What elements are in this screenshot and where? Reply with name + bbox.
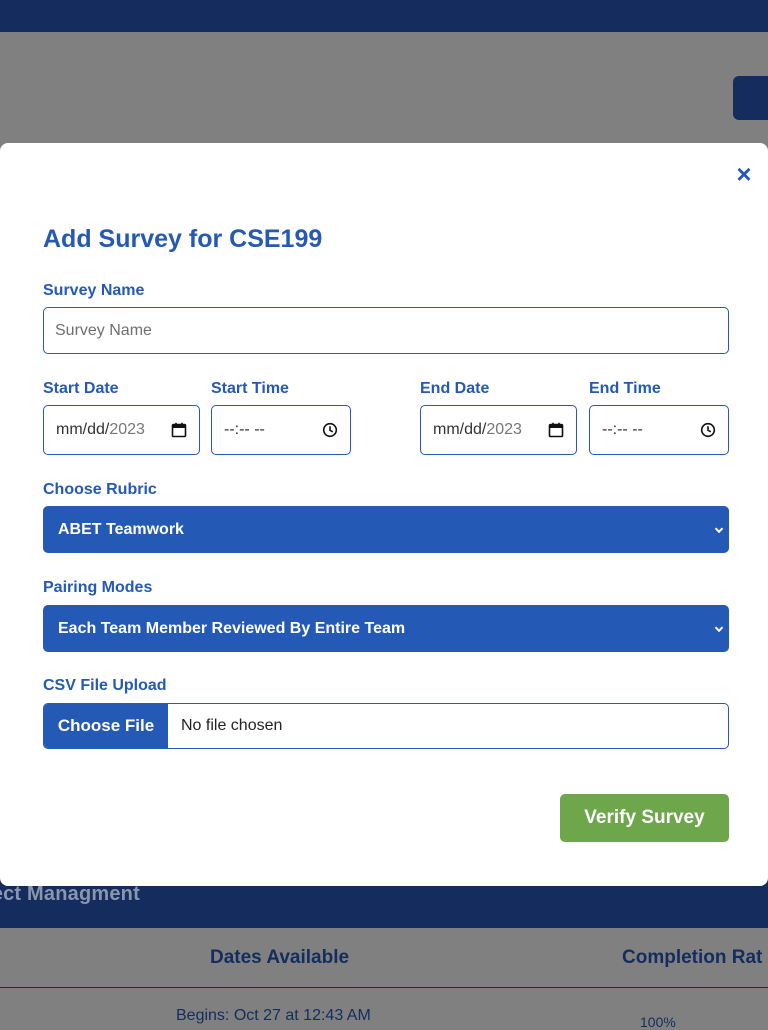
start-date-label: Start Date: [43, 380, 119, 397]
end-time-label: End Time: [589, 380, 661, 397]
verify-survey-button[interactable]: Verify Survey: [560, 794, 729, 842]
table-cell-dates: Begins: Oct 27 at 12:43 AM: [176, 1007, 371, 1024]
course-section-title: ject Managment: [0, 883, 140, 905]
start-time-placeholder: --:-- --: [224, 421, 265, 438]
survey-name-label: Survey Name: [43, 282, 145, 299]
start-date-input[interactable]: mm/dd/2023: [43, 405, 200, 455]
modal-title: Add Survey for CSE199: [43, 225, 323, 253]
start-time-label: Start Time: [211, 380, 289, 397]
rubric-label: Choose Rubric: [43, 481, 157, 498]
calendar-icon[interactable]: [548, 422, 564, 438]
csv-file-input[interactable]: Choose File No file chosen: [43, 703, 729, 749]
top-navbar: [0, 0, 768, 32]
end-time-input[interactable]: --:-- --: [589, 405, 729, 455]
pairing-modes-label: Pairing Modes: [43, 579, 153, 596]
pairing-mode-select[interactable]: Each Team Member Reviewed By Entire Team: [43, 605, 729, 652]
table-header-completion: Completion Rat: [622, 947, 763, 968]
end-date-input[interactable]: mm/dd/2023: [420, 405, 577, 455]
table-cell-rate: 100%: [640, 1014, 676, 1030]
close-icon[interactable]: ×: [733, 161, 755, 187]
choose-file-button[interactable]: Choose File: [44, 704, 168, 748]
calendar-icon[interactable]: [171, 422, 187, 438]
chevron-down-icon: [714, 527, 724, 533]
file-status-text: No file chosen: [181, 717, 283, 734]
end-date-placeholder: mm/dd/2023: [433, 421, 522, 438]
end-date-label: End Date: [420, 380, 490, 397]
table-header-dates: Dates Available: [210, 947, 350, 968]
clock-icon[interactable]: [700, 422, 716, 438]
survey-name-input[interactable]: [43, 307, 729, 354]
chevron-down-icon: [714, 626, 724, 632]
csv-upload-label: CSV File Upload: [43, 677, 167, 694]
start-time-input[interactable]: --:-- --: [211, 405, 351, 455]
start-date-placeholder: mm/dd/2023: [56, 421, 145, 438]
rubric-select[interactable]: ABET Teamwork: [43, 506, 729, 553]
survey-table: [0, 928, 768, 1024]
pairing-selected-value: Each Team Member Reviewed By Entire Team: [58, 619, 406, 637]
clock-icon[interactable]: [322, 422, 338, 438]
background-action-button: [733, 76, 768, 120]
end-time-placeholder: --:-- --: [602, 421, 643, 438]
rubric-selected-value: ABET Teamwork: [58, 520, 184, 538]
table-divider: [0, 987, 768, 988]
